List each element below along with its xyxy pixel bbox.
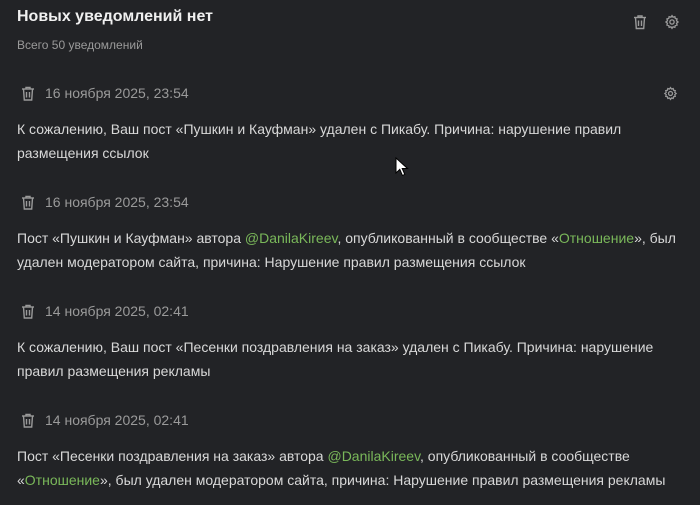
notification-header: 14 ноября 2025, 02:41 xyxy=(17,410,678,430)
author-link[interactable]: @DanilaKireev xyxy=(245,230,338,246)
page-title: Новых уведомлений нет xyxy=(17,8,213,25)
notification-header: 16 ноября 2025, 23:54 xyxy=(17,83,678,103)
gear-icon[interactable] xyxy=(664,14,680,30)
notification-text-part: , опубликованный в сообществе « xyxy=(337,230,559,246)
notification-date: 14 ноября 2025, 02:41 xyxy=(45,303,189,319)
notification-text: Пост «Песенки поздравления на заказ» авт… xyxy=(17,444,678,492)
notification-date: 14 ноября 2025, 02:41 xyxy=(45,412,189,428)
notification-text: Пост «Пушкин и Кауфман» автора @DanilaKi… xyxy=(17,226,678,274)
notification-item: 16 ноября 2025, 23:54 К сожалению, Ваш п… xyxy=(17,83,678,165)
notification-item: 14 ноября 2025, 02:41 К сожалению, Ваш п… xyxy=(17,301,678,383)
notification-header: 16 ноября 2025, 23:54 xyxy=(17,192,678,212)
trash-icon[interactable] xyxy=(19,84,37,102)
trash-icon[interactable] xyxy=(19,193,37,211)
header-actions xyxy=(632,14,680,30)
notification-item: 16 ноября 2025, 23:54 Пост «Пушкин и Кау… xyxy=(17,192,678,274)
trash-icon[interactable] xyxy=(19,302,37,320)
notification-header: 14 ноября 2025, 02:41 xyxy=(17,301,678,321)
gear-icon[interactable] xyxy=(662,85,678,101)
notification-text: К сожалению, Ваш пост «Песенки поздравле… xyxy=(17,339,654,379)
community-link[interactable]: Отношение xyxy=(559,230,634,246)
trash-icon[interactable] xyxy=(632,14,648,30)
trash-icon[interactable] xyxy=(19,411,37,429)
notification-item: 14 ноября 2025, 02:41 Пост «Песенки позд… xyxy=(17,410,678,492)
notification-text-part: Пост «Песенки поздравления на заказ» авт… xyxy=(17,448,328,464)
notification-text-part: Пост «Пушкин и Кауфман» автора xyxy=(17,230,245,246)
notification-text-part: », был удален модератором сайта, причина… xyxy=(99,472,666,488)
notifications-count: Всего 50 уведомлений xyxy=(17,38,143,52)
notification-date: 16 ноября 2025, 23:54 xyxy=(45,194,189,210)
author-link[interactable]: @DanilaKireev xyxy=(327,448,420,464)
mouse-cursor-icon xyxy=(395,156,409,177)
notification-text: К сожалению, Ваш пост «Пушкин и Кауфман»… xyxy=(17,121,622,161)
notification-date: 16 ноября 2025, 23:54 xyxy=(45,85,189,101)
notifications-panel: Новых уведомлений нет Всего 50 уведомлен… xyxy=(0,0,700,505)
notifications-header: Новых уведомлений нет Всего 50 уведомлен… xyxy=(17,6,680,52)
community-link[interactable]: Отношение xyxy=(25,472,100,488)
